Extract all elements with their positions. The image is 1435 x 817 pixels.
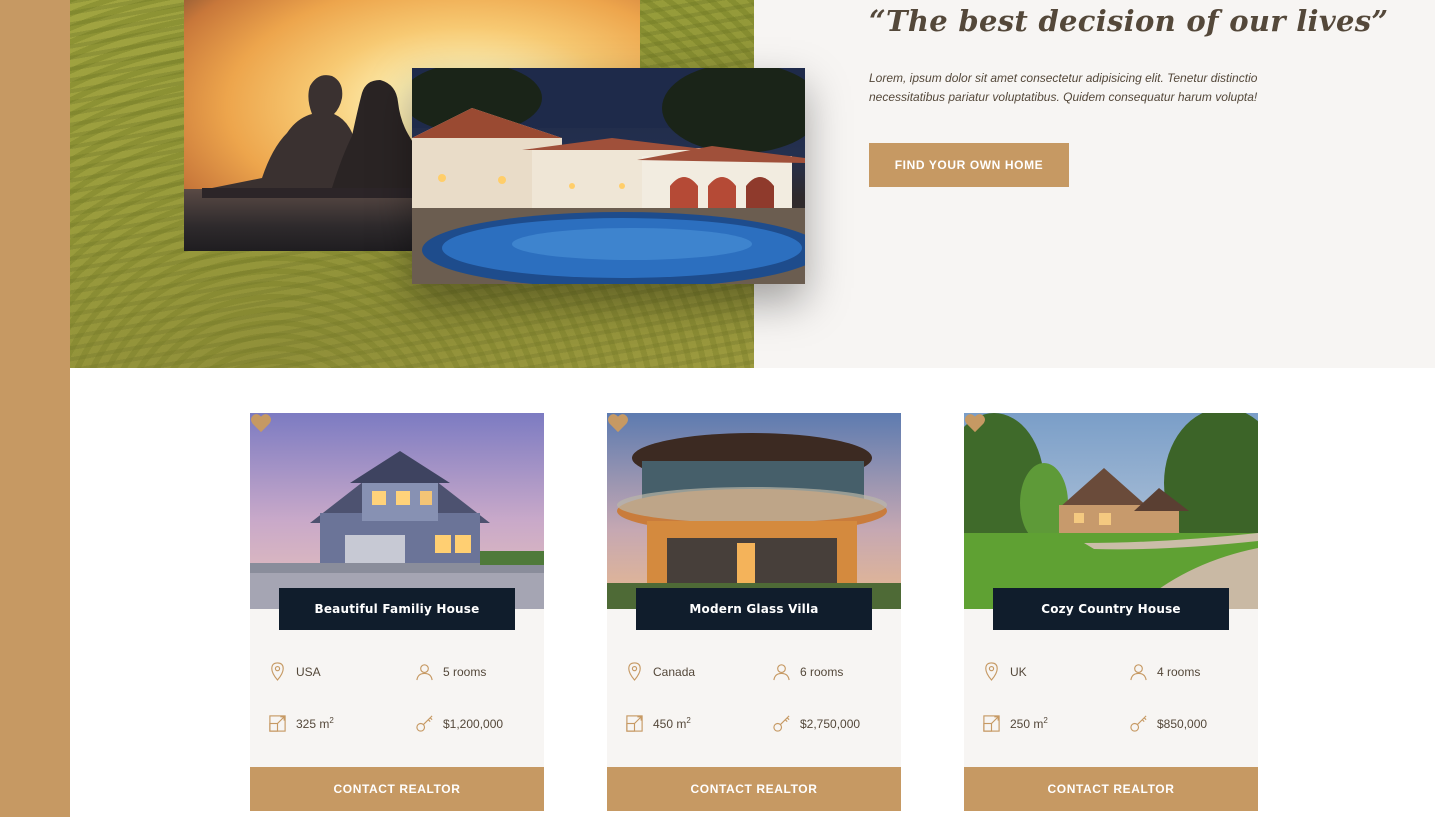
story-text: Lorem, ipsum dolor sit amet consectetur … <box>869 71 1258 104</box>
price-label: $2,750,000 <box>800 716 861 731</box>
map-pin-icon <box>271 662 284 681</box>
home-rooms: 6 rooms <box>772 662 843 681</box>
home-image <box>250 413 544 609</box>
home-location: USA <box>268 662 321 681</box>
expand-icon <box>626 715 643 732</box>
home-location: Canada <box>625 662 695 681</box>
user-icon <box>1130 664 1147 681</box>
couple-silhouette <box>202 75 442 198</box>
home-price: $2,750,000 <box>772 714 860 733</box>
home-name: Modern Glass Villa <box>636 588 872 630</box>
price-label: $850,000 <box>1157 716 1208 731</box>
story-section: “The best decision of our lives” Lorem, … <box>70 0 1435 368</box>
home-area: 325 m2 <box>268 714 334 733</box>
home-area: 250 m2 <box>982 714 1048 733</box>
find-home-button[interactable]: FIND YOUR OWN HOME <box>869 143 1069 187</box>
contact-realtor-button[interactable]: CONTACT REALTOR <box>250 767 544 811</box>
home-price: $850,000 <box>1129 714 1207 733</box>
home-image <box>607 413 901 609</box>
map-pin-icon <box>985 662 998 681</box>
map-pin-icon <box>628 662 641 681</box>
user-icon <box>416 664 433 681</box>
home-rooms: 4 rooms <box>1129 662 1200 681</box>
heart-icon[interactable] <box>607 413 629 433</box>
home-area: 450 m2 <box>625 714 691 733</box>
user-icon <box>773 664 790 681</box>
area-label: 250 m2 <box>1010 716 1048 731</box>
home-card: Modern Glass Villa Canada 6 rooms 450 m2… <box>607 413 901 811</box>
home-rooms: 5 rooms <box>415 662 486 681</box>
rooms-label: 4 rooms <box>1157 664 1201 679</box>
home-card: Beautiful Familiy House USA 5 rooms 325 … <box>250 413 544 811</box>
heart-icon[interactable] <box>964 413 986 433</box>
home-price: $1,200,000 <box>415 714 503 733</box>
contact-realtor-button[interactable]: CONTACT REALTOR <box>964 767 1258 811</box>
home-card: Cozy Country House UK 4 rooms 250 m2 $85… <box>964 413 1258 811</box>
price-label: $1,200,000 <box>443 716 504 731</box>
expand-icon <box>983 715 1000 732</box>
key-icon <box>416 715 433 732</box>
expand-icon <box>269 715 286 732</box>
area-label: 325 m2 <box>296 716 334 731</box>
home-name: Beautiful Familiy House <box>279 588 515 630</box>
home-location: UK <box>982 662 1027 681</box>
location-label: USA <box>296 664 321 679</box>
location-label: UK <box>1010 664 1027 679</box>
key-icon <box>1130 715 1147 732</box>
contact-realtor-button[interactable]: CONTACT REALTOR <box>607 767 901 811</box>
home-image <box>964 413 1258 609</box>
heart-icon[interactable] <box>250 413 272 433</box>
rooms-label: 6 rooms <box>800 664 844 679</box>
sidebar <box>0 0 70 817</box>
home-name: Cozy Country House <box>993 588 1229 630</box>
rooms-label: 5 rooms <box>443 664 487 679</box>
key-icon <box>773 715 790 732</box>
villa-pool-photo <box>412 68 805 284</box>
location-label: Canada <box>653 664 696 679</box>
story-title: “The best decision of our lives” <box>869 4 1389 38</box>
area-label: 450 m2 <box>653 716 691 731</box>
